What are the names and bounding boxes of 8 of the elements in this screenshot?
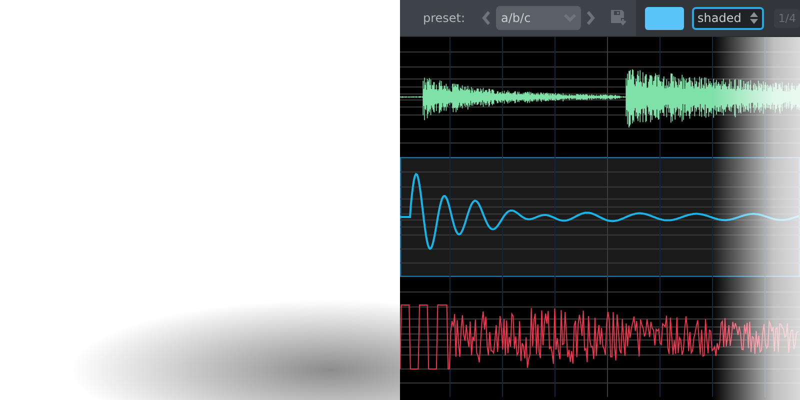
color-swatch[interactable] — [644, 6, 684, 30]
waveform-track[interactable] — [400, 37, 800, 157]
up-down-arrows-icon — [750, 12, 758, 24]
display-mode-select[interactable]: shaded — [692, 6, 764, 30]
preset-dropdown[interactable]: a/b/c — [496, 6, 581, 30]
preset-label: preset: — [423, 11, 466, 25]
waveform-track[interactable] — [400, 277, 800, 397]
waveform-track[interactable] — [400, 157, 800, 277]
